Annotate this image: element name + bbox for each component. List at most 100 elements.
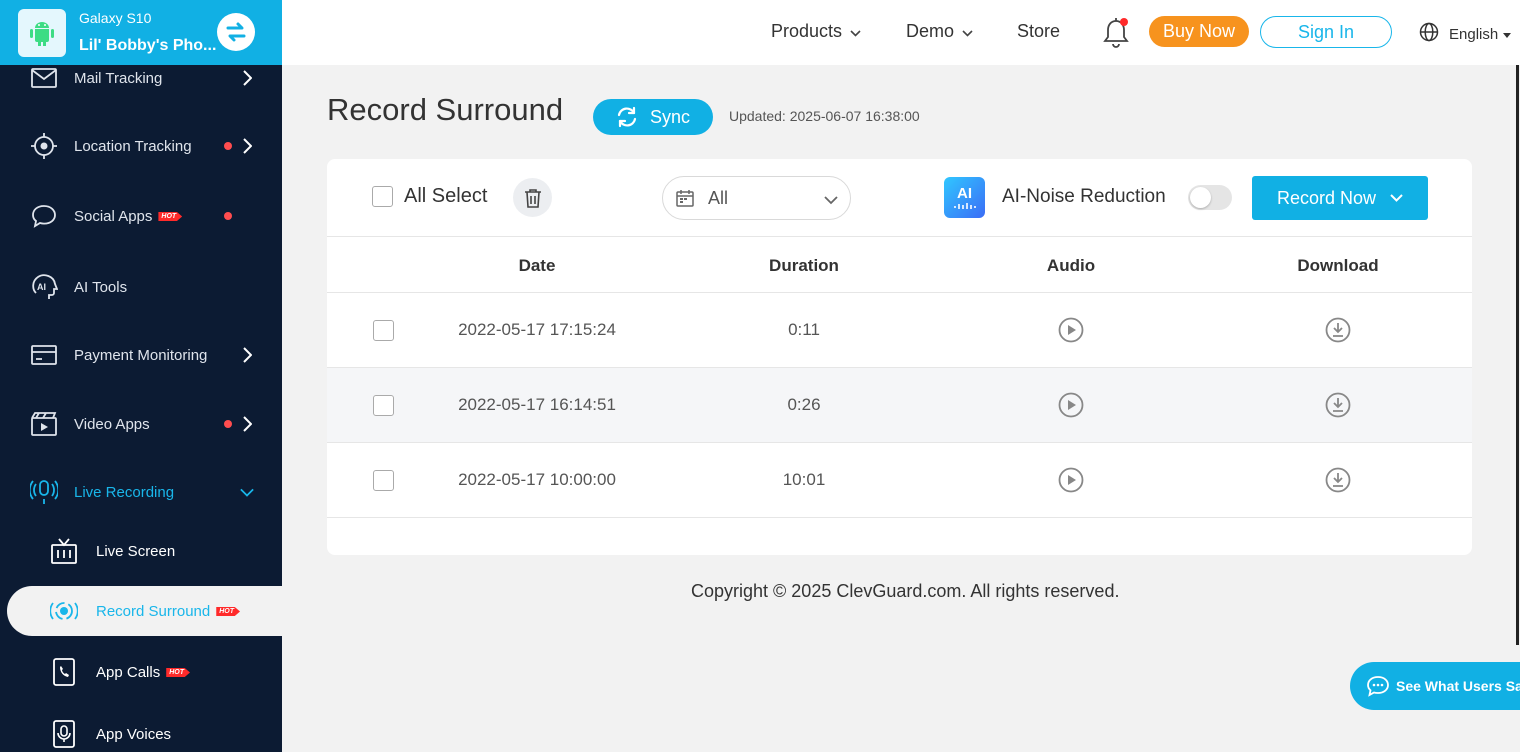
phone-call-icon [50,658,78,686]
sidebar-item-label: Live Screen [96,542,176,560]
ai-head-icon: AI [30,273,58,301]
copyright-text: Copyright © 2025 ClevGuard.com. All righ… [691,581,1120,601]
column-header-date: Date [518,256,556,275]
chevron-down-icon [850,21,861,42]
video-clapper-icon [30,410,58,438]
device-header: Galaxy S10 Lil' Bobby's Pho... [0,0,282,65]
sidebar-item-label: Social Apps [74,207,153,225]
download-icon[interactable] [1325,467,1351,498]
play-icon[interactable] [1058,467,1084,498]
sidebar-item-ai-tools[interactable]: AI AI Tools [0,267,282,307]
table-row: 2022-05-17 16:14:51 0:26 [327,368,1472,443]
sync-icon [617,106,637,128]
download-icon[interactable] [1325,392,1351,423]
delete-button[interactable] [513,178,552,217]
ai-noise-reduction-toggle[interactable] [1188,185,1232,210]
sidebar-subitem-app-voices[interactable]: App Voices [0,714,282,752]
sidebar-item-payment-monitoring[interactable]: Payment Monitoring [0,335,282,375]
all-select-checkbox[interactable] [372,186,393,207]
card-icon [30,341,58,369]
play-icon[interactable] [1058,392,1084,423]
chat-bubble-icon [30,202,58,230]
date-filter-value: All [708,188,729,208]
table-row: 2022-05-17 17:15:24 0:11 [327,293,1472,368]
chevron-down-icon [1390,194,1403,202]
updated-timestamp: Updated: 2025-06-07 16:38:00 [729,108,920,124]
hot-badge: HOT [216,607,241,617]
sidebar-item-label: Record Surround [96,602,211,620]
sidebar-item-label: AI Tools [74,278,128,296]
record-now-label: Record Now [1276,187,1377,208]
row-duration: 0:26 [787,395,821,414]
chevron-right-icon [240,138,254,154]
sidebar-item-label: Payment Monitoring [74,346,208,364]
ai-badge-text: AI [957,185,972,202]
sign-in-button[interactable]: Sign In [1260,16,1392,48]
row-duration: 0:11 [788,320,820,339]
row-checkbox[interactable] [373,470,394,491]
all-select-label: All Select [404,185,488,207]
row-checkbox[interactable] [373,395,394,416]
products-label: Products [771,21,843,41]
sidebar-item-location-tracking[interactable]: Location Tracking [0,126,282,166]
sidebar-item-live-recording[interactable]: Live Recording [0,472,282,512]
page-scrollbar[interactable] [1516,65,1519,645]
sidebar-item-mail-tracking[interactable]: Mail Tracking [0,58,282,98]
chat-icon [1367,676,1389,697]
trash-icon [524,188,541,208]
date-filter-select[interactable]: All [662,176,851,220]
hot-badge: HOT [166,668,190,678]
column-header-audio: Audio [1046,256,1096,275]
products-menu[interactable]: Products [771,21,861,42]
row-date: 2022-05-17 17:15:24 [458,320,616,339]
sidebar-subitem-app-calls[interactable]: App Calls HOT [0,652,282,692]
row-date: 2022-05-17 10:00:00 [458,470,616,489]
record-now-button[interactable]: Record Now [1252,176,1428,220]
chevron-down-icon [824,192,838,210]
surround-sound-icon [50,597,78,625]
bell-icon[interactable] [1102,17,1132,49]
sidebar-item-label: Live Recording [74,483,175,501]
chevron-right-icon [240,416,254,432]
caret-down-icon [1503,26,1512,43]
buy-now-button[interactable]: Buy Now [1149,16,1249,47]
chevron-down-icon [240,485,254,499]
voice-mic-icon [50,720,78,748]
sync-button[interactable]: Sync [593,99,713,135]
chevron-down-icon [962,21,973,42]
notification-dot [224,142,232,150]
device-model: Galaxy S10 [79,10,152,26]
sidebar-item-video-apps[interactable]: Video Apps [0,404,282,444]
row-duration: 10:01 [782,470,826,489]
top-bar: Products Demo Store Buy Now Sign In Engl… [282,0,1520,65]
calendar-icon [676,189,694,212]
see-users-label: See What Users Say [1396,678,1520,694]
live-tv-icon [50,537,78,565]
row-checkbox[interactable] [373,320,394,341]
hot-badge: HOT [158,212,183,222]
mail-icon [30,64,58,92]
sidebar-item-label: Location Tracking [74,137,192,155]
sync-label: Sync [649,106,691,127]
sidebar-subitem-live-screen[interactable]: Live Screen [0,531,282,571]
sidebar-subitem-record-surround[interactable]: Record Surround HOT [7,586,282,636]
see-users-button[interactable]: See What Users Say [1350,662,1520,710]
table-row: 2022-05-17 10:00:00 10:01 [327,443,1472,518]
chevron-right-icon [240,70,254,86]
svg-text:AI: AI [37,282,46,292]
demo-menu[interactable]: Demo [906,21,973,42]
notification-dot [1120,18,1128,26]
android-icon [18,9,66,57]
records-card: All Select All AI AI-Noise Reduction Rec… [327,159,1472,555]
switch-device-icon[interactable] [217,13,255,51]
download-icon[interactable] [1325,317,1351,348]
store-link[interactable]: Store [1017,21,1060,42]
page-title: Record Surround [327,92,564,127]
sidebar-item-social-apps[interactable]: Social Apps HOT [0,196,282,236]
device-owner: Lil' Bobby's Pho... [79,37,217,54]
sidebar-item-label: App Calls [96,663,161,681]
globe-icon [1419,22,1439,46]
play-icon[interactable] [1058,317,1084,348]
language-selector[interactable]: English [1419,22,1512,46]
sidebar: Galaxy S10 Lil' Bobby's Pho... Mail Trac… [0,0,282,752]
